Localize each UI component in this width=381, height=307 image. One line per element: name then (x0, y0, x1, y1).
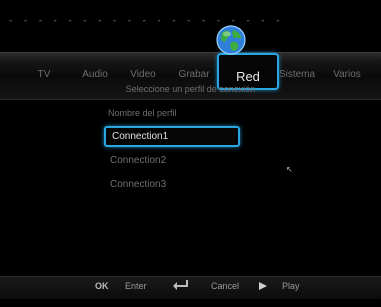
footer-hint-bar (0, 276, 381, 299)
ok-hint: OK (95, 281, 109, 291)
play-hint: Play (282, 281, 300, 291)
cancel-hint: Cancel (211, 281, 240, 291)
connection-item-3[interactable]: Connection3 (110, 179, 166, 190)
connection-item-2[interactable]: Connection2 (110, 155, 166, 166)
menu-item-sistema[interactable]: Sistema (279, 69, 315, 80)
menu-item-varios[interactable]: Varios (333, 69, 361, 80)
mouse-cursor-icon: ↖ (286, 165, 293, 174)
play-icon (259, 282, 267, 290)
menu-item-tv[interactable]: TV (38, 69, 51, 80)
return-arrow-icon (173, 280, 188, 290)
menu-item-red-label: Red (236, 69, 260, 84)
page-subtitle: Seleccione un perfil de conexión (125, 84, 256, 94)
profile-name-label: Nombre del perfil (108, 108, 177, 118)
enter-hint: Enter (125, 281, 147, 291)
menu-item-audio[interactable]: Audio (82, 69, 108, 80)
globe-icon (216, 25, 246, 55)
top-dash-decoration: - - - - - - - - - - - - - - - - - - - (8, 16, 283, 26)
menu-item-grabar[interactable]: Grabar (178, 69, 209, 80)
connection-item-1[interactable]: Connection1 (104, 126, 240, 147)
menu-item-video[interactable]: Video (130, 69, 155, 80)
